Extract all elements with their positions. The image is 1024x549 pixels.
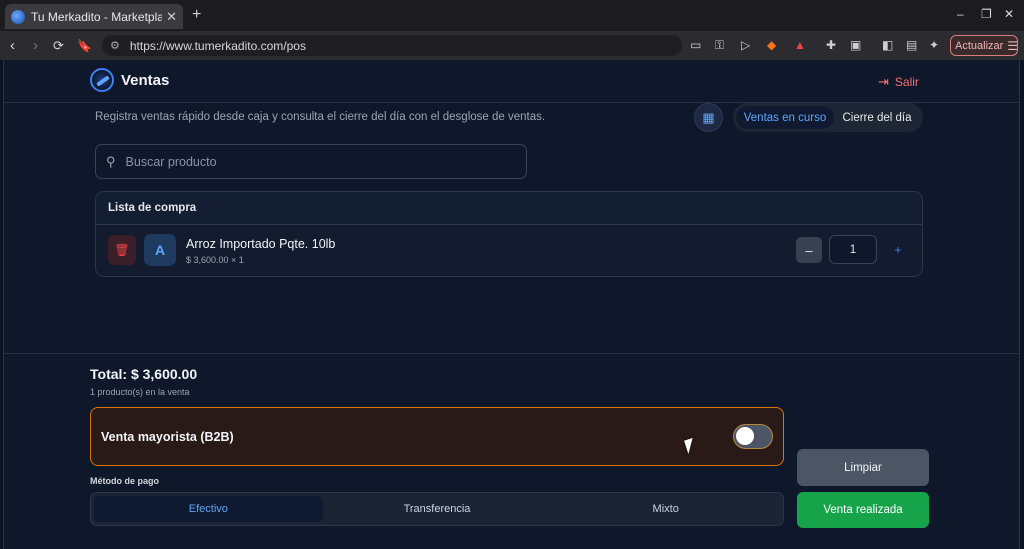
logout-label: Salir <box>894 75 919 89</box>
quantity-input[interactable]: 1 <box>829 235 877 264</box>
maximize-icon[interactable]: ❐ <box>981 7 992 21</box>
app-header: Ventas ⇥ Salir <box>4 60 1019 103</box>
clear-button[interactable]: Limpiar <box>797 449 929 486</box>
menu-icon: ☰ <box>1007 38 1019 53</box>
leo-ai-icon[interactable]: ✦ <box>929 38 939 52</box>
wholesale-toggle[interactable] <box>733 424 773 449</box>
bookmark-icon[interactable]: 🔖 <box>77 39 92 53</box>
tab-cierre-del-dia[interactable]: Cierre del día <box>834 106 920 129</box>
view-switcher: Ventas en curso Cierre del día <box>733 103 923 132</box>
product-name: Arroz Importado Pqte. 10lb <box>186 237 336 251</box>
brand-logo-icon[interactable] <box>90 68 114 92</box>
calculator-icon: ▦ <box>702 109 715 125</box>
search-box: ⚲ <box>95 144 527 179</box>
payment-option-mixto[interactable]: Mixto <box>551 496 780 522</box>
delete-item-button[interactable]: 🗑 <box>108 235 136 265</box>
logout-button[interactable]: ⇥ Salir <box>878 74 919 90</box>
send-icon[interactable]: ▷ <box>741 38 750 52</box>
screenshot-icon[interactable]: ▣ <box>850 38 861 52</box>
sidebar-icon[interactable]: ◧ <box>882 38 893 52</box>
browser-toolbar: ‹ › ⟳ 🔖 ⚙ https://www.tumerkadito.com/po… <box>0 31 1024 60</box>
brave-shield-icon[interactable]: ◆ <box>767 38 776 52</box>
page-title: Ventas <box>121 72 170 89</box>
tab-close-icon[interactable]: ✕ <box>166 9 177 25</box>
wholesale-panel: Venta mayorista (B2B) <box>90 407 784 466</box>
address-bar[interactable]: ⚙ https://www.tumerkadito.com/pos <box>102 35 682 56</box>
search-input[interactable] <box>125 154 506 169</box>
complete-sale-button[interactable]: Venta realizada <box>797 492 929 528</box>
extensions-icon[interactable]: ✚ <box>826 38 836 52</box>
update-button[interactable]: Actualizar ☰ <box>950 35 1018 56</box>
toggle-knob <box>736 427 754 445</box>
page-subtitle: Registra ventas rápido desde caja y cons… <box>95 111 546 123</box>
list-item: 🗑 A Arroz Importado Pqte. 10lb $ 3,600.0… <box>96 225 922 276</box>
search-icon: ⚲ <box>106 153 116 169</box>
logout-icon: ⇥ <box>878 74 889 89</box>
product-avatar: A <box>144 234 176 266</box>
product-count: 1 producto(s) en la venta <box>90 387 190 397</box>
url-text: https://www.tumerkadito.com/pos <box>129 38 306 53</box>
section-divider <box>4 353 1019 354</box>
payment-method-label: Método de pago <box>90 476 159 486</box>
reload-icon[interactable]: ⟳ <box>53 38 64 54</box>
shopping-list-heading: Lista de compra <box>96 192 922 225</box>
window-close-icon[interactable]: ✕ <box>1004 7 1014 21</box>
tab-ventas-en-curso[interactable]: Ventas en curso <box>736 106 834 129</box>
decrease-quantity-button[interactable]: – <box>796 237 822 263</box>
new-tab-icon[interactable]: + <box>192 6 201 24</box>
forward-icon[interactable]: › <box>33 37 38 54</box>
wholesale-label: Venta mayorista (B2B) <box>101 429 234 444</box>
payment-method-selector: Efectivo Transferencia Mixto <box>90 492 784 526</box>
pos-app: Ventas ⇥ Salir Registra ventas rápido de… <box>3 60 1020 549</box>
minimize-icon[interactable]: – <box>957 7 964 21</box>
product-price-line: $ 3,600.00 × 1 <box>186 255 244 265</box>
site-favicon-icon <box>11 9 25 24</box>
key-icon[interactable]: ⚿ <box>715 38 724 53</box>
back-icon[interactable]: ‹ <box>10 37 15 54</box>
site-info-icon[interactable]: ⚙ <box>110 39 120 52</box>
browser-tab[interactable]: Tu Merkadito - Marketplac ✕ <box>5 4 183 29</box>
shopping-list: Lista de compra 🗑 A Arroz Importado Pqte… <box>95 191 923 277</box>
calculator-button[interactable]: ▦ <box>694 103 723 132</box>
payment-option-efectivo[interactable]: Efectivo <box>94 496 323 522</box>
browser-tab-bar: Tu Merkadito - Marketplac ✕ + – ❐ ✕ <box>0 0 1024 31</box>
cast-icon[interactable]: ▭ <box>690 38 701 52</box>
wallet-icon[interactable]: ▤ <box>906 38 917 52</box>
payment-option-transferencia[interactable]: Transferencia <box>323 496 552 522</box>
sale-total: Total: $ 3,600.00 <box>90 366 198 382</box>
update-label: Actualizar <box>955 39 1004 52</box>
browser-tab-title: Tu Merkadito - Marketplac <box>31 9 163 24</box>
rewards-icon[interactable]: ▲ <box>794 38 806 52</box>
increase-quantity-button[interactable]: + <box>885 237 911 263</box>
trash-icon: 🗑 <box>114 243 130 257</box>
